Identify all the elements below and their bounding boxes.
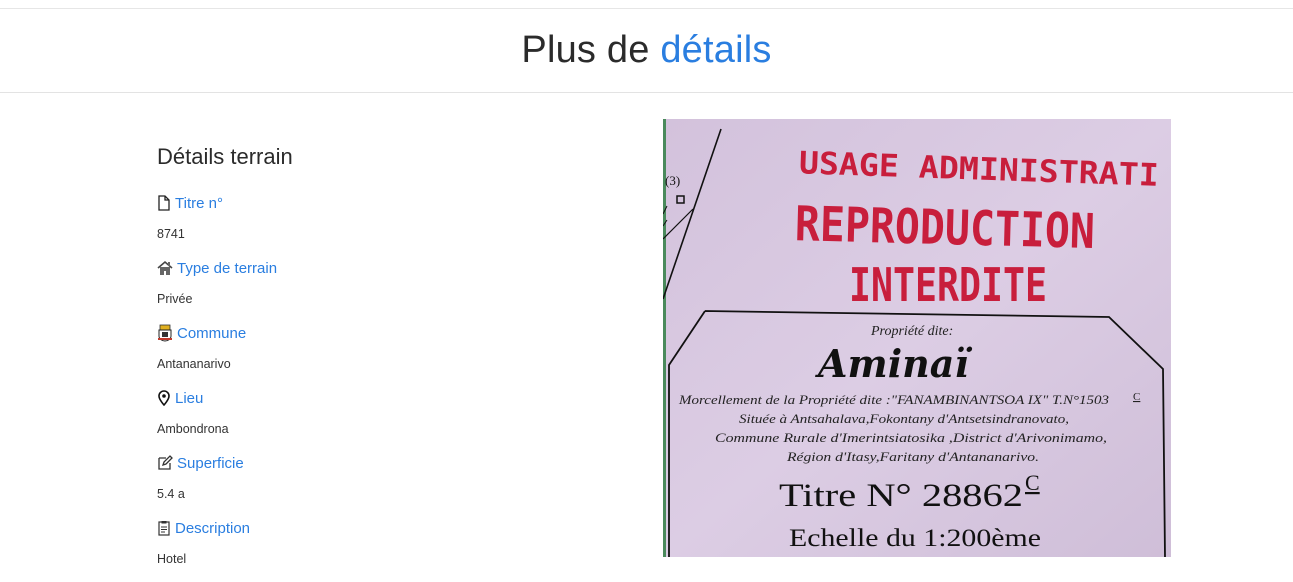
field-label: Type de terrain <box>157 257 597 279</box>
field-value: Hotel <box>157 552 187 566</box>
field-titre: Titre n° 8741 <box>157 192 597 244</box>
doc-titre: Titre N° 28862 <box>779 478 1023 514</box>
field-label: Titre n° <box>157 192 597 214</box>
plot-label: (3) <box>665 173 680 188</box>
doc-morcellement-sup: C <box>1133 391 1140 403</box>
doc-morcellement: Morcellement de la Propriété dite :"FANA… <box>678 392 1110 407</box>
location-pin-icon <box>158 390 170 406</box>
field-value: Ambondrona <box>157 422 229 436</box>
house-icon <box>157 260 173 275</box>
clipboard-icon <box>158 521 170 536</box>
field-type-terrain: Type de terrain Privée <box>157 257 597 309</box>
field-label: Superficie <box>157 452 597 474</box>
field-value: 5.4 a <box>157 487 185 501</box>
doc-property-name: Aminaï <box>815 341 972 386</box>
stamp-line-3: INTERDITE <box>849 258 1047 312</box>
page-title: Plus de détails <box>0 9 1293 92</box>
document-icon <box>158 195 170 211</box>
field-superficie: Superficie 5.4 a <box>157 452 597 504</box>
field-description: Description Hotel <box>157 517 597 569</box>
doc-label-propriete: Propriété dite: <box>870 324 953 339</box>
field-lieu: Lieu Ambondrona <box>157 387 597 439</box>
doc-titre-sup: C <box>1025 470 1040 495</box>
field-label-text: Lieu <box>175 389 204 407</box>
coat-of-arms-icon <box>158 324 172 342</box>
land-details-panel: Détails terrain Titre n° 8741 Type de te… <box>157 140 597 582</box>
doc-region-line: Région d'Itasy,Faritany d'Antananarivo. <box>786 449 1039 464</box>
document-photo: (3) USAGE ADMINISTRATI REPRODUCTION INTE… <box>663 119 1171 557</box>
field-label-text: Description <box>175 519 251 537</box>
field-value: Antananarivo <box>157 357 231 371</box>
details-heading: Détails terrain <box>157 144 293 169</box>
field-commune: Commune Antananarivo <box>157 322 597 374</box>
edit-icon <box>158 455 173 470</box>
field-label-text: Type de terrain <box>177 259 278 277</box>
field-label-text: Commune <box>177 324 247 342</box>
doc-echelle: Echelle du 1:200ème <box>789 525 1041 552</box>
field-label: Lieu <box>157 387 597 409</box>
field-label-text: Superficie <box>177 454 244 472</box>
page-header: Plus de détails <box>0 9 1293 93</box>
doc-commune-line: Commune Rurale d'Imerintsiatosika ,Distr… <box>715 430 1107 445</box>
field-value: 8741 <box>157 227 185 241</box>
field-value: Privée <box>157 292 193 306</box>
doc-situee: Située à Antsahalava,Fokontany d'Antsets… <box>739 411 1069 426</box>
land-title-document-image: (3) USAGE ADMINISTRATI REPRODUCTION INTE… <box>663 119 1171 557</box>
field-label: Commune <box>157 322 597 344</box>
title-accent: détails <box>660 29 772 71</box>
field-label-text: Titre n° <box>175 194 223 212</box>
field-label: Description <box>157 517 597 539</box>
title-main: Plus de <box>521 29 650 71</box>
stamp-line-2: REPRODUCTION <box>794 196 1095 260</box>
